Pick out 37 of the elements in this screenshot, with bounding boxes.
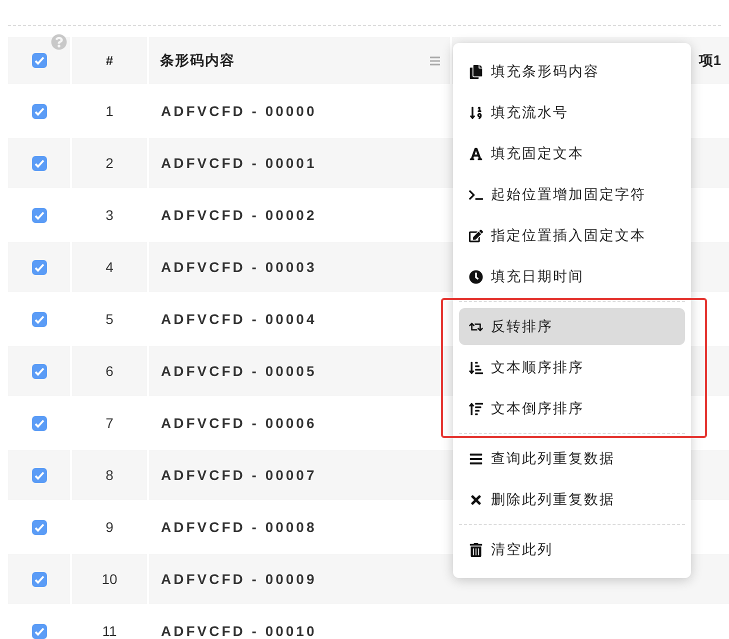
column-header: 条形码内容 — [160, 51, 235, 70]
column-header: 项1 — [699, 51, 721, 70]
menu-item[interactable]: 清空此列 — [459, 531, 685, 568]
row-number: 3 — [106, 206, 114, 224]
row-number: 4 — [106, 258, 114, 276]
menu-item[interactable]: 填充条形码内容 — [459, 53, 685, 90]
menu-item[interactable]: 指定位置插入固定文本 — [459, 217, 685, 254]
row-number: 10 — [102, 570, 118, 588]
barcode-content: ADFVCFD - 00004 — [161, 310, 317, 328]
row-number: 6 — [106, 362, 114, 380]
row-number: 1 — [106, 102, 114, 120]
menu-item[interactable]: 反转排序 — [459, 308, 685, 345]
row-number: 9 — [106, 518, 114, 536]
barcode-content: ADFVCFD - 00008 — [161, 518, 317, 536]
row-number: 7 — [106, 414, 114, 432]
barcode-content: ADFVCFD - 00009 — [161, 570, 317, 588]
menu-item[interactable]: 填充日期时间 — [459, 258, 685, 295]
barcode-content: ADFVCFD - 00000 — [161, 102, 317, 120]
menu-item[interactable]: 查询此列重复数据 — [459, 440, 685, 477]
row-number: 8 — [106, 466, 114, 484]
row-number: 2 — [106, 154, 114, 172]
menu-item[interactable]: 填充固定文本 — [459, 135, 685, 172]
barcode-content: ADFVCFD - 00010 — [161, 622, 317, 639]
row-number: 11 — [102, 622, 117, 639]
row-number: 5 — [106, 310, 114, 328]
barcode-content: ADFVCFD - 00003 — [161, 258, 317, 276]
barcode-content: ADFVCFD - 00005 — [161, 362, 317, 380]
column-header: # — [106, 52, 114, 70]
menu-item[interactable]: 删除此列重复数据 — [459, 481, 685, 518]
menu-item[interactable]: 填充流水号 — [459, 94, 685, 131]
barcode-content: ADFVCFD - 00001 — [161, 154, 317, 172]
menu-item[interactable]: 起始位置增加固定字符 — [459, 176, 685, 213]
barcode-content: ADFVCFD - 00002 — [161, 206, 317, 224]
menu-item[interactable]: 文本顺序排序 — [459, 349, 685, 386]
menu-item[interactable]: 文本倒序排序 — [459, 390, 685, 427]
barcode-content: ADFVCFD - 00006 — [161, 414, 317, 432]
barcode-content: ADFVCFD - 00007 — [161, 466, 317, 484]
